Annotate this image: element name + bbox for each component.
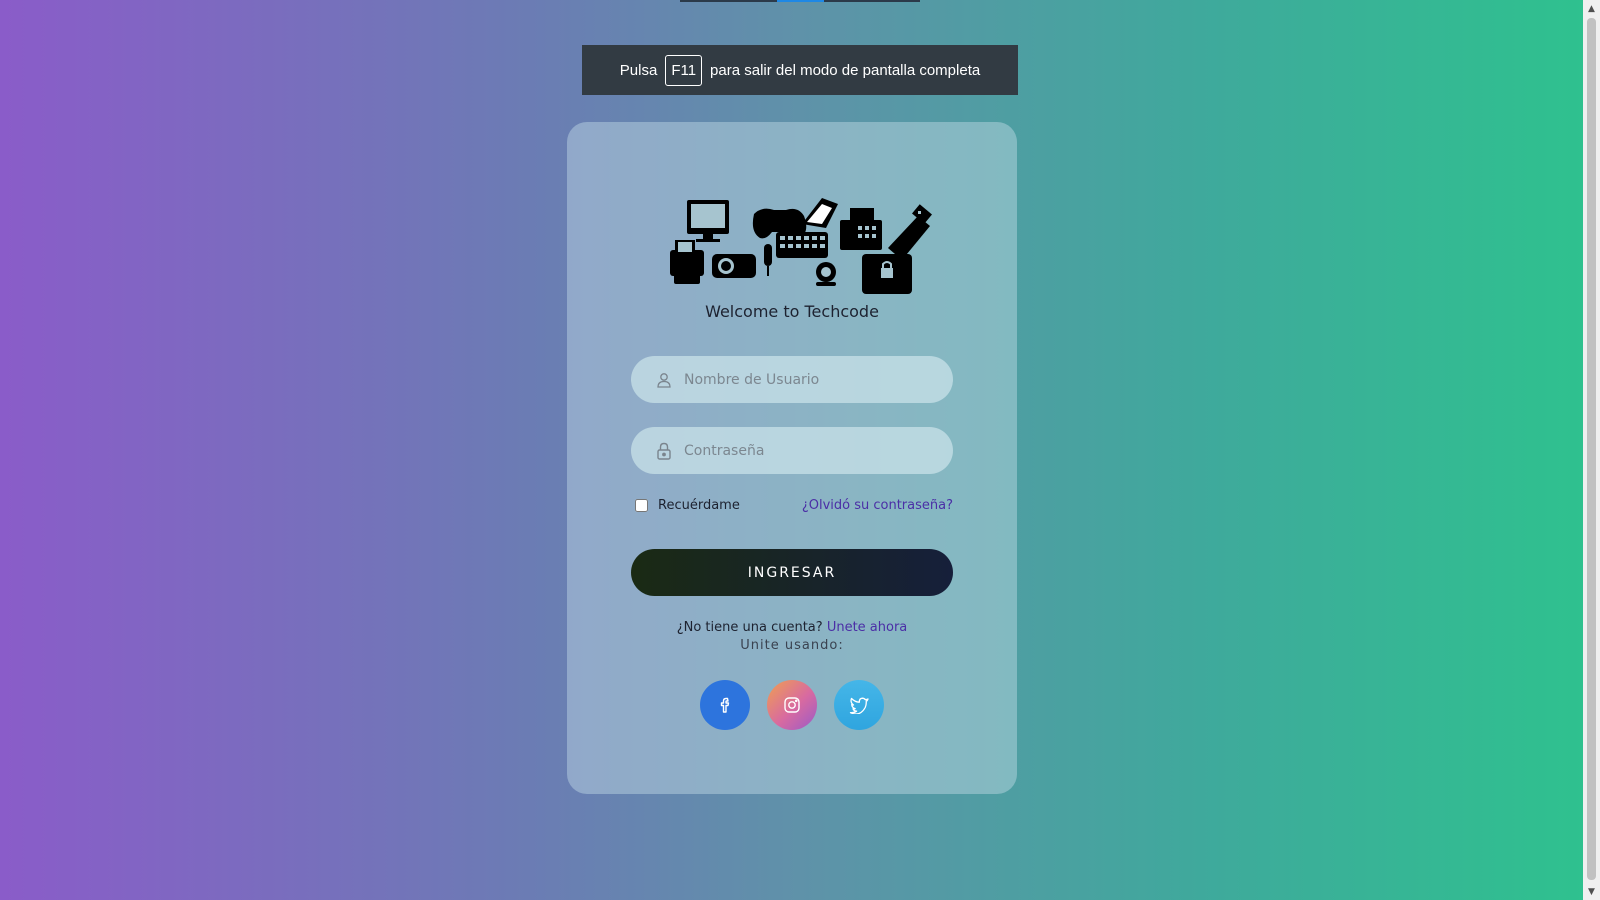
join-using-text: Unite usando: <box>740 638 844 653</box>
tech-devices-logo <box>670 198 932 294</box>
username-input[interactable] <box>682 370 936 389</box>
password-field[interactable] <box>631 427 953 474</box>
fullscreen-exit-banner: Pulsa F11 para salir del modo de pantall… <box>582 45 1018 95</box>
join-now-link[interactable]: Unete ahora <box>827 620 907 635</box>
page-top-edge-decoration <box>680 0 920 2</box>
scroll-up-arrow-icon[interactable]: ▲ <box>1583 0 1600 17</box>
remember-me[interactable]: Recuérdame <box>635 498 740 513</box>
username-field[interactable] <box>631 356 953 403</box>
welcome-heading: Welcome to Techcode <box>705 302 879 321</box>
social-login-row <box>700 680 884 730</box>
instagram-icon <box>784 697 800 713</box>
signup-prompt: ¿No tiene una cuenta? Unete ahora <box>567 620 1017 635</box>
banner-prefix: Pulsa <box>619 61 658 79</box>
facebook-icon <box>720 697 730 713</box>
no-account-text: ¿No tiene una cuenta? <box>676 620 823 635</box>
instagram-login-button[interactable] <box>767 680 817 730</box>
remember-me-checkbox[interactable] <box>635 498 648 512</box>
remember-me-label: Recuérdame <box>658 497 740 513</box>
login-options-row: Recuérdame ¿Olvidó su contraseña? <box>635 495 953 515</box>
lock-icon <box>655 442 673 460</box>
login-submit-button[interactable]: INGRESAR <box>631 549 953 596</box>
scrollbar-thumb[interactable] <box>1587 18 1596 880</box>
twitter-login-button[interactable] <box>834 680 884 730</box>
password-input[interactable] <box>682 441 936 460</box>
twitter-icon <box>849 697 869 714</box>
f11-key-badge: F11 <box>665 54 703 86</box>
top-edge-accent <box>777 0 824 2</box>
banner-suffix: para salir del modo de pantalla completa <box>710 61 981 79</box>
scroll-down-arrow-icon[interactable]: ▼ <box>1583 883 1600 900</box>
login-card: Welcome to Techcode Recuérdame ¿Olvidó s… <box>567 122 1017 794</box>
forgot-password-link[interactable]: ¿Olvidó su contraseña? <box>802 498 953 513</box>
user-icon <box>655 371 673 389</box>
facebook-login-button[interactable] <box>700 680 750 730</box>
vertical-scrollbar[interactable]: ▲ ▼ <box>1583 0 1600 900</box>
